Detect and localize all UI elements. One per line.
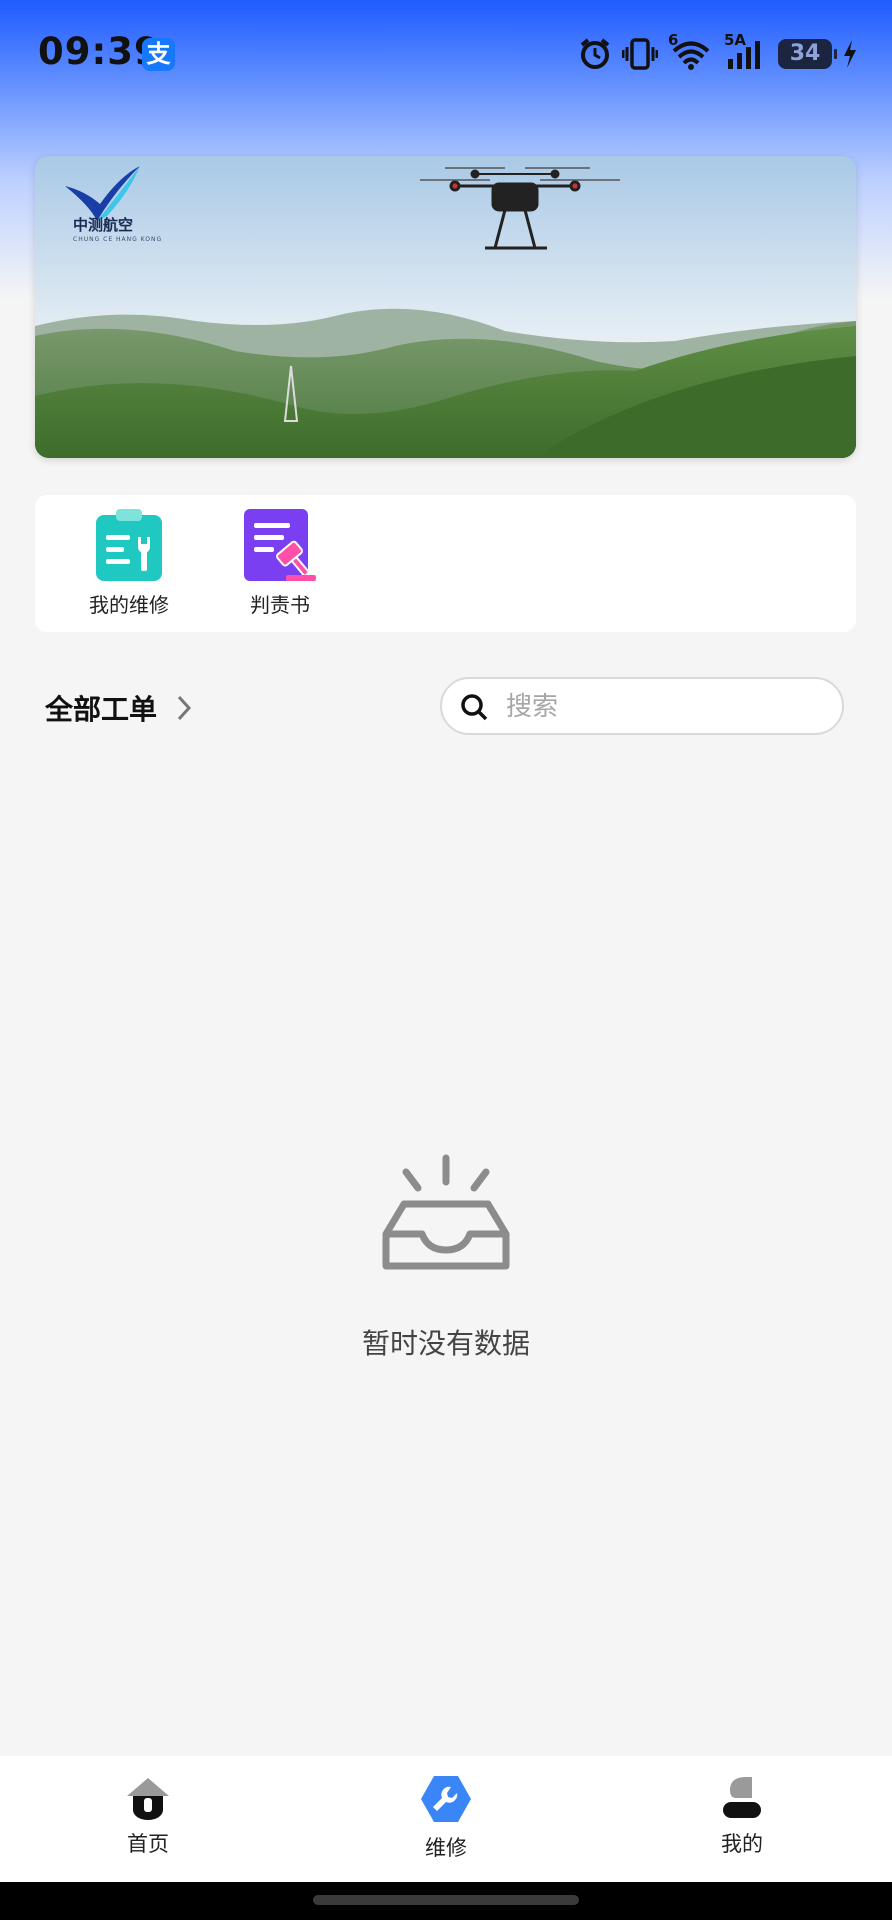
clipboard-wrench-icon xyxy=(96,509,162,581)
home-indicator[interactable] xyxy=(313,1895,579,1905)
wifi-indicator: 6 xyxy=(668,31,714,71)
empty-state-text: 暂时没有数据 xyxy=(361,1327,530,1360)
banner-image xyxy=(35,156,856,458)
wrench-hexagon-icon xyxy=(421,1776,471,1822)
wifi-icon xyxy=(672,41,710,70)
document-gavel-icon xyxy=(244,509,316,581)
bottom-tab-bar: 首页 维修 我的 xyxy=(0,1756,892,1882)
quick-menu: 我的维修 判责书 xyxy=(35,495,856,632)
all-work-orders-link[interactable]: 全部工单 xyxy=(45,688,157,728)
quick-item-label: 判责书 xyxy=(250,593,310,617)
home-icon xyxy=(127,1778,169,1820)
chevron-right-icon[interactable] xyxy=(176,694,192,722)
logo-text: 中测航空 xyxy=(73,216,134,234)
cellular-indicator: 5A xyxy=(724,31,768,71)
tab-label: 维修 xyxy=(425,1836,467,1860)
tab-label: 我的 xyxy=(721,1832,763,1856)
system-navigation-bar xyxy=(0,1882,892,1920)
tab-label: 首页 xyxy=(127,1832,169,1856)
tab-mine[interactable]: 我的 xyxy=(662,1774,822,1858)
tab-home[interactable]: 首页 xyxy=(68,1774,228,1858)
search-box[interactable] xyxy=(440,677,844,735)
vibrate-icon xyxy=(622,38,658,70)
search-icon xyxy=(461,694,488,721)
signal-icon xyxy=(728,41,760,69)
user-icon xyxy=(723,1777,761,1818)
promo-banner[interactable]: 中测航空 CHUNG CE HANG KONG xyxy=(35,156,856,458)
tab-repair[interactable]: 维修 xyxy=(366,1774,526,1862)
empty-inbox-icon xyxy=(382,1154,510,1270)
quick-item-liability-report[interactable]: 判责书 xyxy=(215,507,345,618)
battery-icon: 34 xyxy=(778,39,837,69)
alipay-notification-icon: 支 xyxy=(142,38,175,71)
status-icons: 6 5A 34 xyxy=(578,31,858,74)
search-input[interactable] xyxy=(504,687,828,727)
charging-bolt-icon xyxy=(844,40,856,68)
quick-item-label: 我的维修 xyxy=(89,593,169,617)
quick-item-my-repairs[interactable]: 我的维修 xyxy=(64,507,194,618)
status-bar: 09:39 支 6 5A 34 xyxy=(0,0,892,106)
logo-subtext: CHUNG CE HANG KONG xyxy=(73,236,163,243)
alarm-icon xyxy=(580,38,610,69)
